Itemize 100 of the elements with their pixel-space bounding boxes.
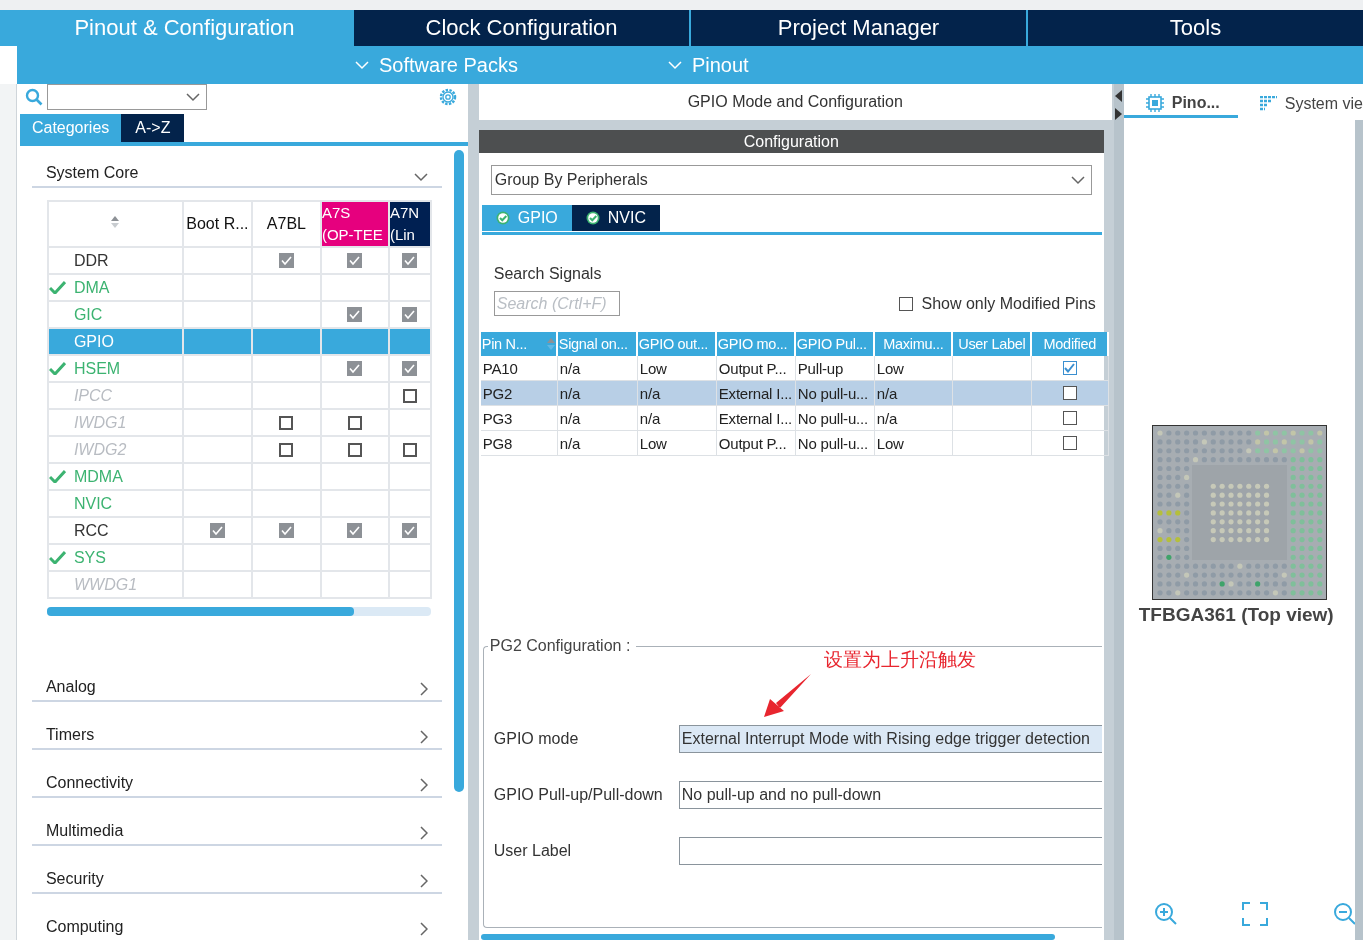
annotation-text: 设置为上升沿触发 xyxy=(823,648,976,672)
chevron-right-icon xyxy=(419,778,428,792)
field-label: User Label xyxy=(492,842,573,860)
search-icon[interactable] xyxy=(24,88,43,106)
checkbox[interactable] xyxy=(402,388,417,403)
main-tab[interactable]: Tools xyxy=(1028,10,1363,46)
checkbox[interactable] xyxy=(347,523,363,538)
chevron-down-icon xyxy=(185,92,200,102)
checkbox[interactable] xyxy=(279,415,294,430)
main-tab[interactable]: Project Manager xyxy=(691,10,1026,46)
section-header: Configuration xyxy=(478,130,1104,153)
checkbox[interactable] xyxy=(1062,411,1077,425)
checkbox[interactable] xyxy=(347,415,362,430)
sort-icon[interactable] xyxy=(110,215,121,229)
checkbox[interactable] xyxy=(347,361,363,376)
horizontal-scrollbar[interactable] xyxy=(480,934,1055,940)
peripheral-item[interactable]: MDMA xyxy=(48,464,182,489)
checkbox[interactable] xyxy=(347,253,363,268)
category-header[interactable]: Security xyxy=(31,846,442,894)
config-field[interactable] xyxy=(678,837,1102,865)
chevron-right-icon xyxy=(419,874,428,888)
modified-pins-checkbox[interactable]: Show only Modified Pins xyxy=(899,294,1096,313)
peripheral-item[interactable]: IPCC xyxy=(48,383,182,408)
peripheral-item[interactable]: RCC xyxy=(48,518,182,543)
view-tab[interactable]: System vie xyxy=(1237,90,1363,118)
column-header[interactable]: GPIO mo... xyxy=(716,332,796,356)
checkbox[interactable] xyxy=(278,523,294,538)
checkbox[interactable] xyxy=(1062,386,1077,400)
table-cell: Low xyxy=(637,431,717,456)
checkbox[interactable] xyxy=(1062,361,1077,375)
main-tab[interactable]: Clock Configuration xyxy=(354,10,689,46)
mode-tab[interactable]: NVIC xyxy=(571,205,661,231)
zoom-in-icon[interactable] xyxy=(1153,902,1178,926)
table-cell: No pull-u... xyxy=(795,431,875,456)
category-header[interactable]: Multimedia xyxy=(31,798,442,846)
chevron-right-icon xyxy=(419,922,428,936)
table-cell: n/a xyxy=(557,381,638,406)
annotation-arrow xyxy=(761,673,812,719)
checkbox[interactable] xyxy=(279,442,294,457)
peripheral-item[interactable]: GPIO xyxy=(48,329,182,354)
checkbox[interactable] xyxy=(347,442,362,457)
category-header[interactable]: Analog xyxy=(31,654,442,702)
peripheral-item[interactable]: IWDG2 xyxy=(48,437,182,462)
peripheral-item[interactable]: GIC xyxy=(48,302,182,327)
table-cell: PG2 xyxy=(480,381,558,406)
peripheral-item[interactable]: IWDG1 xyxy=(48,410,182,435)
view-tab[interactable]: A->Z xyxy=(121,114,185,142)
peripheral-item[interactable]: DMA xyxy=(48,275,182,300)
column-header: A7BL xyxy=(251,201,321,247)
peripheral-item[interactable]: HSEM xyxy=(48,356,182,381)
checkbox[interactable] xyxy=(402,253,418,268)
vertical-scrollbar[interactable] xyxy=(453,150,464,792)
panel-title: GPIO Mode and Configuration xyxy=(478,84,1112,120)
category-header[interactable]: System Core xyxy=(31,146,442,188)
category-header[interactable]: Timers xyxy=(31,702,442,750)
checkbox[interactable] xyxy=(402,307,418,322)
check-icon xyxy=(49,470,67,483)
fit-icon[interactable] xyxy=(1242,902,1269,926)
peripheral-item[interactable]: SYS xyxy=(48,545,182,570)
table-cell: n/a xyxy=(557,431,638,456)
peripheral-item[interactable]: NVIC xyxy=(48,491,182,516)
config-field[interactable]: No pull-up and no pull-down xyxy=(678,781,1102,809)
config-field[interactable]: External Interrupt Mode with Rising edge trigger detection xyxy=(678,725,1102,753)
column-header[interactable]: Pin N... xyxy=(480,332,558,356)
column-header[interactable]: Maximu... xyxy=(874,332,953,356)
view-tab[interactable]: Pino... xyxy=(1123,90,1238,118)
horizontal-scrollbar[interactable] xyxy=(46,607,431,616)
chevron-right-icon xyxy=(419,826,428,840)
column-header[interactable]: Signal on... xyxy=(557,332,638,356)
checkbox[interactable] xyxy=(402,442,417,457)
peripheral-item[interactable]: DDR xyxy=(48,248,182,273)
checkbox[interactable] xyxy=(209,523,225,538)
category-header[interactable]: Computing xyxy=(31,894,442,940)
checkbox[interactable] xyxy=(402,523,418,538)
checkbox[interactable] xyxy=(278,253,294,268)
check-circle-icon xyxy=(585,211,600,225)
column-header[interactable]: Modified xyxy=(1031,332,1109,356)
search-field[interactable]: Search (Crtl+F) xyxy=(493,291,620,316)
table-cell: n/a xyxy=(874,406,953,431)
checkbox[interactable] xyxy=(347,307,363,322)
column-header[interactable]: User Label xyxy=(952,332,1032,356)
mode-tab[interactable]: GPIO xyxy=(481,205,572,231)
search-combo[interactable] xyxy=(46,84,207,110)
table-cell: No pull-u... xyxy=(795,406,875,431)
checkbox[interactable] xyxy=(402,361,418,376)
zoom-out-icon[interactable] xyxy=(1333,902,1357,926)
checkbox[interactable] xyxy=(1062,436,1077,450)
package-caption: TFBGA361 (Top view) xyxy=(1138,604,1335,626)
menu-dropdown[interactable]: Pinout xyxy=(667,53,749,77)
menu-dropdown[interactable]: Software Packs xyxy=(355,53,518,77)
category-header[interactable]: Connectivity xyxy=(31,750,442,798)
column-header: Boot R... xyxy=(182,201,252,247)
column-header[interactable]: GPIO Pul... xyxy=(795,332,875,356)
gear-icon[interactable] xyxy=(437,87,458,107)
column-header[interactable]: GPIO out... xyxy=(637,332,717,356)
view-tab[interactable]: Categories xyxy=(19,114,122,142)
chevron-down-icon xyxy=(413,173,428,182)
group-by-dropdown[interactable]: Group By Peripherals xyxy=(490,165,1092,195)
chip-icon xyxy=(1145,93,1164,112)
peripheral-item[interactable]: WWDG1 xyxy=(48,572,182,597)
